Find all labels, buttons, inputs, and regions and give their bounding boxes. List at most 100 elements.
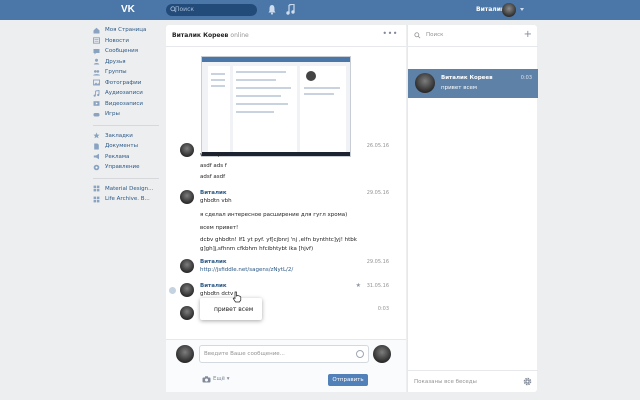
message-text: я сделал интересное расширение для гугл … — [200, 212, 348, 218]
edit-message-popup[interactable]: привет всем — [200, 298, 262, 320]
sidebar-item-label: Видеозаписи — [105, 100, 143, 107]
chat-header: Виталик Кореев online ••• — [166, 25, 406, 47]
gear-icon[interactable] — [523, 377, 532, 386]
message-sender[interactable]: Виталик — [200, 190, 227, 196]
dialog-time: 0:03 — [520, 75, 532, 81]
sidebar-item-messages[interactable]: Сообщения — [93, 46, 159, 57]
sidebar-item-friends[interactable]: Друзья — [93, 57, 159, 68]
sidebar-item-label: Управление — [105, 164, 140, 171]
message-text: g]gh]j,sfhnm cfkbhm hfcibhtybt ika [hjvf… — [200, 246, 314, 252]
hand-cursor-icon — [232, 291, 242, 303]
music-icon — [93, 89, 100, 97]
photos-icon — [93, 79, 100, 86]
sidebar-item-video[interactable]: Видеозаписи — [93, 99, 159, 110]
emoji-icon[interactable] — [356, 350, 364, 358]
sidebar-item-news[interactable]: Новости — [93, 36, 159, 47]
sidebar-item-label: Документы — [105, 143, 138, 150]
message-link[interactable]: http://jsfiddle.net/sagens/zNytL/2/ — [200, 267, 293, 273]
dialog-last-message: привет всем — [441, 85, 478, 91]
manage-icon — [93, 164, 100, 171]
news-icon — [93, 37, 100, 44]
dialogs-panel: Поиск + Виталик Кореев 0:03 привет всем … — [407, 25, 538, 392]
user-name[interactable]: Виталик — [476, 6, 505, 13]
star-icon — [93, 132, 100, 139]
sidebar-item-label: Material Design... — [105, 185, 154, 192]
chat-title[interactable]: Виталик Кореев online — [172, 32, 249, 39]
search-input[interactable]: Поиск — [166, 4, 257, 16]
avatar[interactable] — [180, 259, 194, 273]
vk-logo[interactable]: VK — [121, 4, 139, 16]
dialogs-search[interactable]: Поиск + — [408, 25, 538, 47]
search-placeholder: Поиск — [175, 6, 195, 13]
sidebar-item-manage[interactable]: Управление — [93, 162, 159, 173]
camera-icon[interactable] — [202, 376, 211, 383]
sidebar-divider — [93, 124, 159, 126]
sidebar-item-label: Новости — [105, 37, 129, 44]
ads-icon — [93, 154, 99, 160]
new-dialog-plus-icon[interactable]: + — [524, 29, 532, 40]
home-icon — [93, 27, 100, 34]
dialog-name: Виталик Кореев — [441, 75, 493, 81]
more-label: Ещё — [213, 376, 226, 382]
sidebar-item-label: Реклама — [105, 153, 130, 160]
send-button[interactable]: Отправить — [328, 374, 368, 386]
avatar[interactable] — [180, 143, 194, 157]
user-avatar[interactable] — [502, 3, 516, 17]
message-text: dcbv ghbdtn! lf1 yt pyf. yf[cjbnrj 'nj ,… — [200, 237, 357, 243]
sidebar: Моя Страница Новости Сообщения Друзья Гр… — [93, 25, 159, 205]
sidebar-item-label: Сообщения — [105, 48, 139, 55]
groups-icon — [93, 69, 100, 76]
app-icon — [93, 185, 100, 192]
star-icon[interactable]: ★ — [356, 282, 361, 289]
dialogs-footer: Показаны все беседы — [408, 370, 538, 392]
message-text: всем привет! — [200, 225, 239, 231]
sidebar-item-ads[interactable]: Реклама — [93, 152, 159, 163]
message-sender[interactable]: Виталик — [200, 259, 227, 265]
sidebar-item-label: Life Archive. В... — [105, 196, 150, 203]
message-input-placeholder: Введите Ваше сообщение... — [204, 351, 285, 357]
sidebar-item-photos[interactable]: Фотографии — [93, 78, 159, 89]
video-icon — [93, 101, 100, 107]
select-message-checkbox[interactable] — [169, 287, 176, 294]
message-text: adsf asdf — [200, 174, 226, 180]
sidebar-item-my-page[interactable]: Моя Страница — [93, 25, 159, 36]
music-note-icon[interactable] — [286, 4, 295, 15]
app-icon — [93, 196, 100, 203]
attached-screenshot[interactable] — [201, 56, 351, 157]
message-time: 26.05.16 — [366, 143, 389, 149]
sidebar-item-label: Аудиозаписи — [105, 90, 143, 97]
games-icon — [93, 112, 100, 117]
avatar[interactable] — [176, 345, 194, 363]
message-time: 29.05.16 — [366, 190, 389, 196]
sidebar-item-groups[interactable]: Группы — [93, 67, 159, 78]
bell-icon[interactable] — [268, 4, 276, 15]
dialogs-search-placeholder: Поиск — [426, 32, 444, 38]
sidebar-item-documents[interactable]: Документы — [93, 141, 159, 152]
avatar[interactable] — [373, 345, 391, 363]
avatar[interactable] — [180, 306, 194, 320]
message-input[interactable]: Введите Ваше сообщение... — [199, 345, 369, 363]
avatar — [415, 73, 435, 93]
sidebar-item-bookmarks[interactable]: Закладки — [93, 131, 159, 142]
more-attachments-button[interactable]: Ещё ▾ — [213, 376, 230, 382]
friends-icon — [93, 58, 100, 65]
popup-text: привет всем — [214, 306, 254, 313]
chevron-down-icon[interactable] — [520, 8, 524, 11]
document-icon — [94, 143, 99, 150]
sidebar-item-games[interactable]: Игры — [93, 109, 159, 120]
chat-partner-name[interactable]: Виталик Кореев — [172, 32, 228, 39]
avatar[interactable] — [180, 190, 194, 204]
sidebar-item-app-archive[interactable]: Life Archive. В... — [93, 194, 159, 205]
dialog-item-active[interactable]: Виталик Кореев 0:03 привет всем — [408, 69, 538, 98]
dialogs-footer-text: Показаны все беседы — [414, 379, 477, 385]
sidebar-item-audio[interactable]: Аудиозаписи — [93, 88, 159, 99]
sidebar-item-app-material[interactable]: Material Design... — [93, 184, 159, 195]
avatar[interactable] — [180, 283, 194, 297]
more-options-icon[interactable]: ••• — [382, 29, 398, 38]
top-bar: VK Поиск Виталик — [0, 0, 640, 20]
sidebar-divider — [93, 177, 159, 179]
search-icon — [414, 32, 421, 39]
message-sender[interactable]: Виталик — [200, 283, 227, 289]
sidebar-item-label: Группы — [105, 69, 127, 76]
message-time: 31.05.16 — [366, 283, 389, 289]
